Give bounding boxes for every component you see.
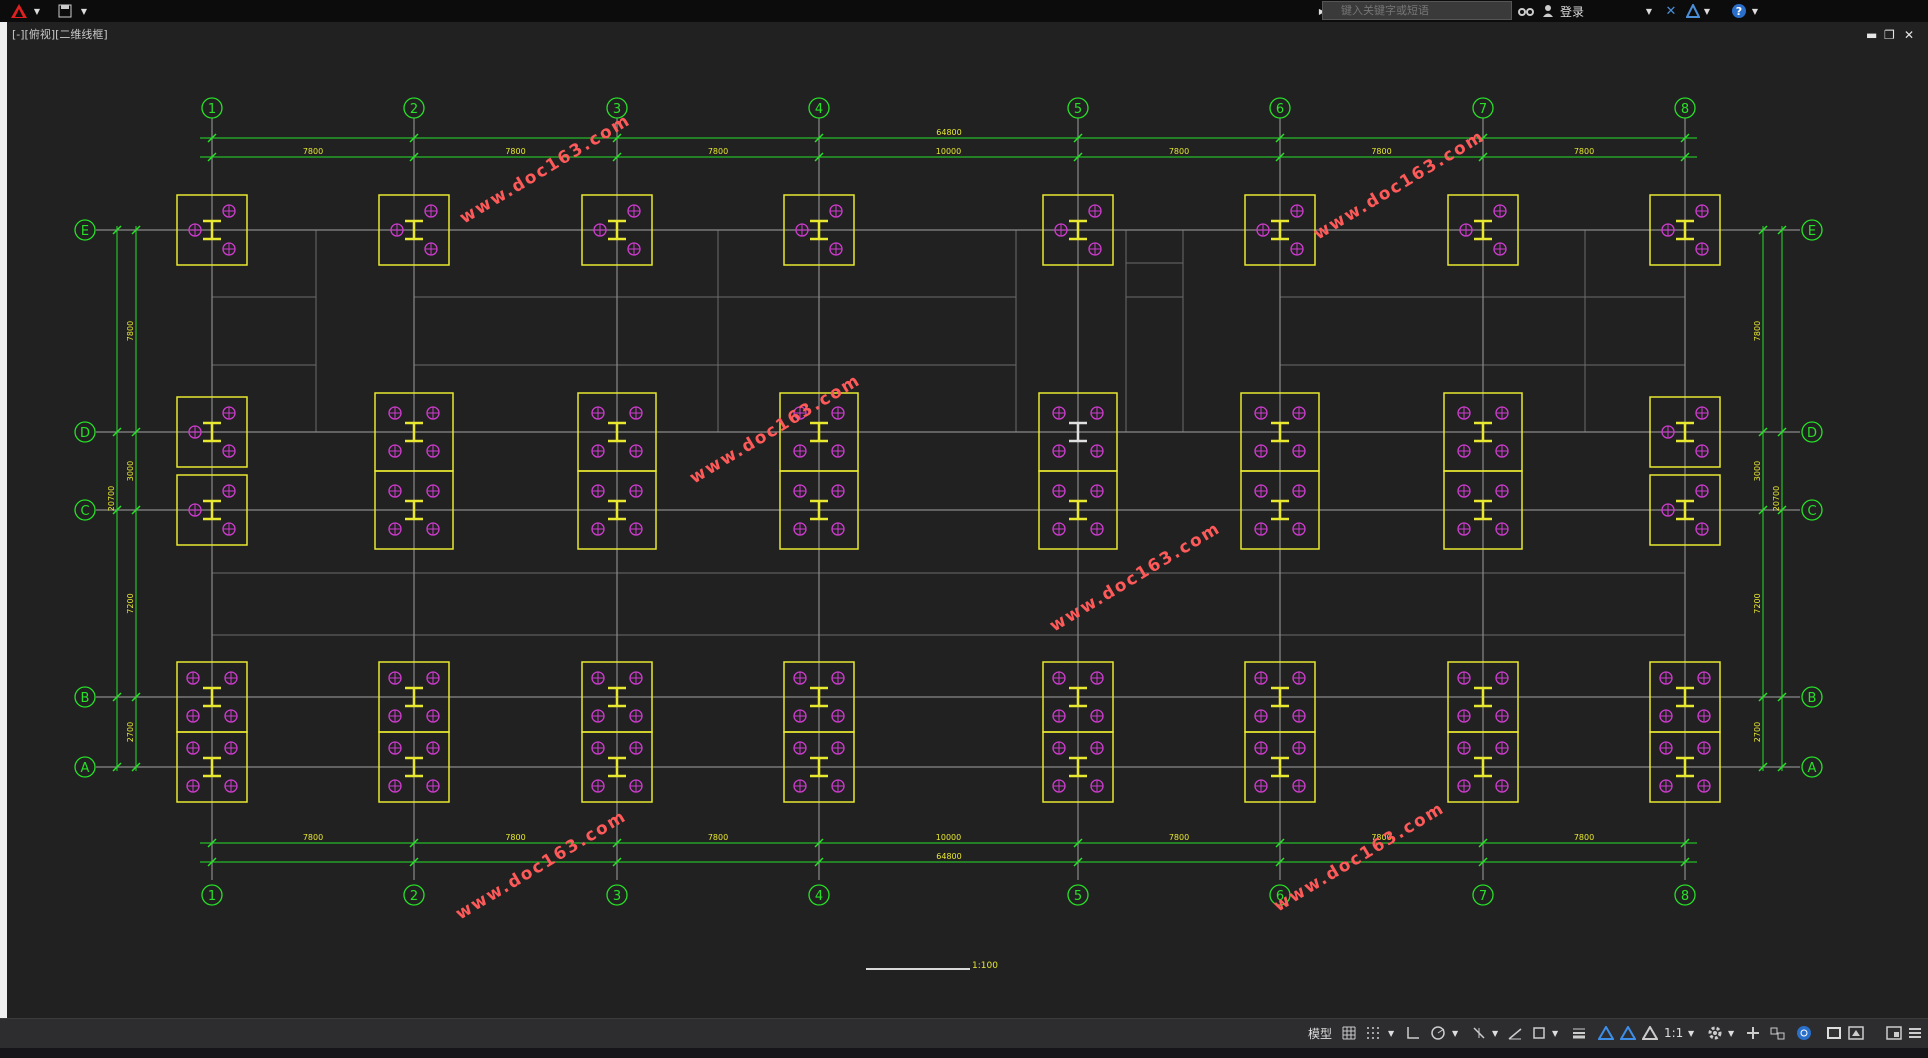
- dimension-text: 10000: [936, 833, 961, 842]
- dimension-text: 7800: [1574, 833, 1594, 842]
- axis-bubble-label: 1: [208, 102, 216, 117]
- ortho-mode-icon[interactable]: [1406, 1024, 1420, 1042]
- axis-bubble-label: C: [1807, 504, 1816, 519]
- dimension-text: 7200: [126, 593, 135, 613]
- dimension-text: 7800: [505, 147, 525, 156]
- workspace-dropdown-icon[interactable]: ▼: [1728, 1024, 1734, 1042]
- axis-bubble-label: 4: [815, 102, 823, 117]
- axis-bubble-label: 8: [1681, 889, 1689, 904]
- dimension-text: 7800: [1371, 147, 1391, 156]
- lineweight-icon[interactable]: [1572, 1024, 1586, 1042]
- dimension-text: 7800: [708, 833, 728, 842]
- dimension-text: 7800: [1574, 147, 1594, 156]
- axis-bubble-label: 2: [410, 889, 418, 904]
- axis-bubble-label: 3: [613, 889, 621, 904]
- dimension-text: 2700: [1753, 722, 1762, 742]
- customize-menu-icon[interactable]: [1908, 1024, 1922, 1042]
- watermark-text: www.doc163.com: [452, 806, 630, 924]
- annotation-scale-value[interactable]: 1:1: [1664, 1024, 1683, 1042]
- watermark-text: www.doc163.com: [456, 110, 634, 228]
- axis-bubble-label: 4: [815, 889, 823, 904]
- object-snap-tracking-icon[interactable]: [1508, 1024, 1522, 1042]
- dimension-text: 64800: [936, 128, 961, 137]
- clean-screen-icon[interactable]: [1848, 1024, 1864, 1042]
- object-snap-icon[interactable]: [1532, 1024, 1546, 1042]
- grid-icon[interactable]: [1342, 1024, 1356, 1042]
- dimension-text: 64800: [936, 852, 961, 861]
- cad-drawing: 1122334455667788E ED DC CB BA A78007800780078…: [74, 97, 1823, 971]
- axis-bubble-label: B: [81, 691, 90, 706]
- dimension-text: 7800: [1753, 321, 1762, 341]
- scale-dropdown-icon[interactable]: ▼: [1688, 1024, 1694, 1042]
- dimension-text: 20700: [107, 486, 116, 511]
- isodraft-icon[interactable]: [1472, 1024, 1486, 1042]
- isolate-objects-icon[interactable]: [1796, 1024, 1812, 1042]
- model-tab[interactable]: 模型: [1308, 1024, 1332, 1042]
- dimension-text: 7800: [1169, 147, 1189, 156]
- annotation-scale-icon[interactable]: [1642, 1024, 1658, 1042]
- axis-bubble-label: D: [80, 426, 90, 441]
- watermark-text: www.doc163.com: [1270, 798, 1448, 916]
- axis-bubble-label: 7: [1479, 889, 1487, 904]
- dimension-text: 3000: [126, 461, 135, 481]
- axis-bubble-label: E: [1808, 224, 1816, 239]
- dimension-text: 7800: [303, 833, 323, 842]
- dimension-text: 7800: [303, 147, 323, 156]
- isodraft-dropdown-icon[interactable]: ▼: [1492, 1024, 1498, 1042]
- watermark-text: www.doc163.com: [1046, 518, 1224, 636]
- snap-mode-icon[interactable]: [1366, 1024, 1380, 1042]
- units-icon[interactable]: [1770, 1024, 1786, 1042]
- axis-bubble-label: 7: [1479, 102, 1487, 117]
- axis-bubble-label: 8: [1681, 102, 1689, 117]
- axis-bubble-label: 6: [1276, 102, 1284, 117]
- axis-bubble-label: E: [81, 224, 89, 239]
- taskbar-strip: [0, 1048, 1928, 1058]
- dimension-text: 10000: [936, 147, 961, 156]
- dimension-text: 2700: [126, 722, 135, 742]
- scale-label: 1:100: [972, 961, 998, 971]
- axis-bubble-label: A: [1808, 761, 1817, 776]
- hardware-acceleration-icon[interactable]: [1826, 1024, 1842, 1042]
- axis-bubble-label: 5: [1074, 889, 1082, 904]
- axis-bubble-label: B: [1808, 691, 1817, 706]
- axis-bubble-label: 5: [1074, 102, 1082, 117]
- dimension-text: 7800: [126, 321, 135, 341]
- osnap-dropdown-icon[interactable]: ▼: [1552, 1024, 1558, 1042]
- axis-bubble-label: 2: [410, 102, 418, 117]
- polar-dropdown-icon[interactable]: ▼: [1452, 1024, 1458, 1042]
- workspace-gear-icon[interactable]: [1708, 1024, 1722, 1042]
- dimension-text: 3000: [1753, 461, 1762, 481]
- axis-bubble-label: A: [81, 761, 90, 776]
- auto-scale-icon[interactable]: [1620, 1024, 1636, 1042]
- maximize-viewport-icon[interactable]: [1886, 1024, 1902, 1042]
- dimension-text: 7800: [1169, 833, 1189, 842]
- axis-bubble-label: D: [1807, 426, 1817, 441]
- status-bar: [0, 1018, 1928, 1049]
- dimension-text: 7200: [1753, 593, 1762, 613]
- dimension-text: 20700: [1772, 486, 1781, 511]
- dimension-text: 7800: [708, 147, 728, 156]
- annotation-visibility-icon[interactable]: [1598, 1024, 1614, 1042]
- annotation-monitor-icon[interactable]: [1746, 1024, 1760, 1042]
- dimension-text: 7800: [505, 833, 525, 842]
- axis-bubble-label: 1: [208, 889, 216, 904]
- snap-dropdown-icon[interactable]: ▼: [1388, 1024, 1394, 1042]
- polar-tracking-icon[interactable]: [1430, 1024, 1446, 1042]
- axis-bubble-label: C: [80, 504, 89, 519]
